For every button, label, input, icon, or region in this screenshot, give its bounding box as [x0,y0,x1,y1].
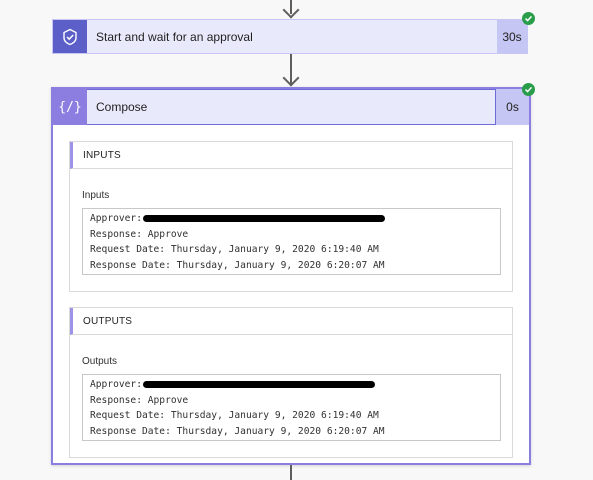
redaction-bar [142,214,385,222]
approval-step-duration: 30s [497,20,527,53]
flow-arrow-top [282,1,300,19]
outputs-line-approver: Approver: [90,377,500,393]
compose-step-card[interactable]: {/} Compose 0s INPUTS Inputs Approver: R… [51,87,531,465]
compose-icon: {/} [53,89,87,125]
outputs-line-response-date: Response Date: Thursday, January 9, 2020… [90,426,385,438]
outputs-line-request-date: Request Date: Thursday, January 9, 2020 … [90,410,379,422]
outputs-field-label: Outputs [82,356,118,367]
compose-header[interactable]: {/} Compose 0s [53,89,529,125]
inputs-value-box[interactable]: Approver: Response: Approve Request Date… [82,208,501,275]
inputs-line-request-date: Request Date: Thursday, January 9, 2020 … [90,244,379,256]
approval-icon [53,20,87,53]
inputs-field-label: Inputs [82,190,110,201]
compose-step-title: Compose [96,100,148,114]
flow-connector-bottom [290,465,292,480]
inputs-line-approver: Approver: [90,211,500,227]
outputs-section: OUTPUTS Outputs Approver: Response: Appr… [69,307,513,458]
inputs-line-response-date: Response Date: Thursday, January 9, 2020… [90,260,385,272]
approval-success-check-icon [522,12,535,25]
redaction-bar [142,380,375,388]
flow-arrow-middle [282,69,300,87]
approval-step-title: Start and wait for an approval [96,29,253,44]
outputs-value-box[interactable]: Approver: Response: Approve Request Date… [82,374,501,441]
inputs-section-header[interactable]: INPUTS [70,142,512,169]
inputs-section: INPUTS Inputs Approver: Response: Approv… [69,141,513,292]
outputs-section-header[interactable]: OUTPUTS [70,308,512,335]
compose-success-check-icon [522,83,535,96]
outputs-line-response: Response: Approve [90,394,189,406]
approval-step-card[interactable]: Start and wait for an approval 30s [52,19,528,54]
inputs-line-response: Response: Approve [90,228,189,240]
